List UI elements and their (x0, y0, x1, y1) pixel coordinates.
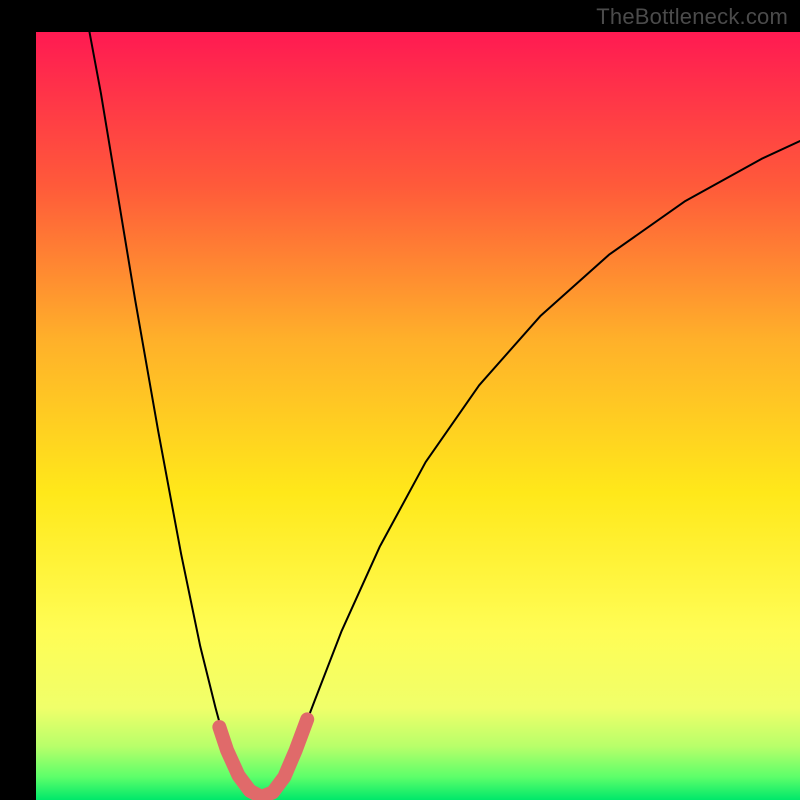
plot-area (36, 32, 800, 800)
watermark-text: TheBottleneck.com (596, 4, 788, 30)
bottleneck-chart (0, 0, 800, 800)
chart-frame: TheBottleneck.com (0, 0, 800, 800)
